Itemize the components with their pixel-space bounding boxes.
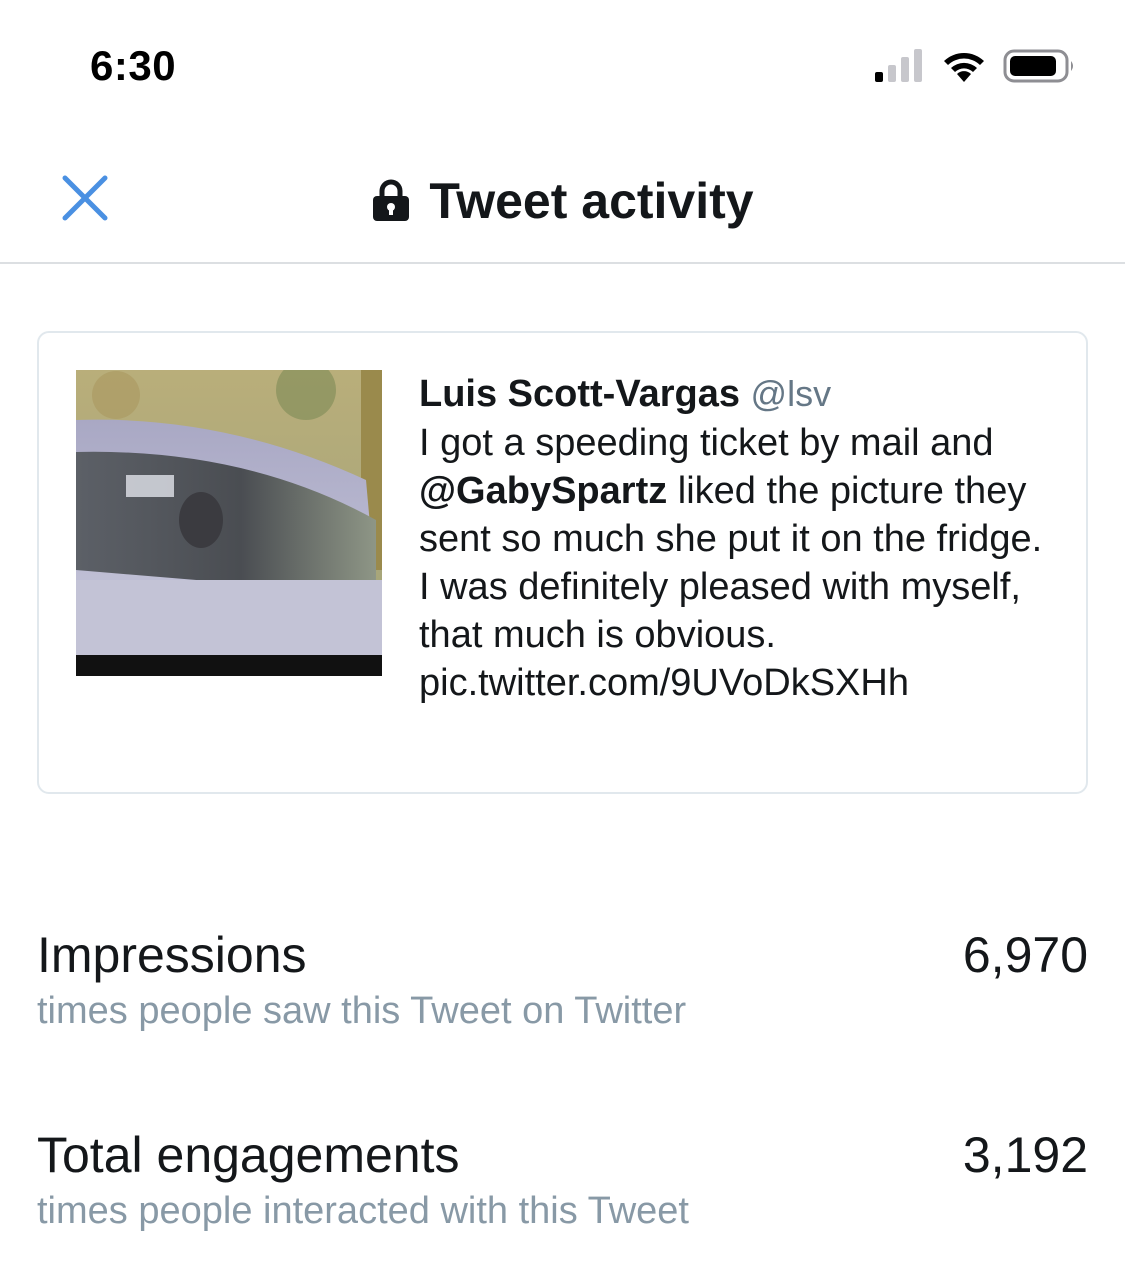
metric-impressions: Impressions times people saw this Tweet … [37,925,1088,1035]
metric-value: 3,192 [962,1127,1088,1183]
page-title: Tweet activity [429,173,754,229]
lock-icon [371,179,411,223]
wifi-icon [941,48,987,89]
status-icons [873,48,1077,88]
metric-description: times people interacted with this Tweet [37,1190,689,1232]
nav-title-group: Tweet activity [0,168,1125,234]
cellular-signal-icon [873,48,925,89]
metric-value: 6,970 [962,927,1088,983]
tweet-content: Luis Scott-Vargas @lsv I got a speeding … [419,371,1059,707]
metric-label: Impressions [37,927,307,983]
tweet-text: I got a speeding ticket by mail and @Gab… [419,419,1059,707]
nav-bar: Tweet activity [0,140,1125,264]
status-bar: 6:30 [0,0,1125,140]
metric-total-engagements: Total engagements times people interacte… [37,1125,1088,1235]
author-handle[interactable]: @lsv [751,373,832,414]
author-name[interactable]: Luis Scott-Vargas [419,373,740,415]
metric-description: times people saw this Tweet on Twitter [37,990,687,1032]
tweet-text-part-1: I got a speeding ticket by mail and [419,422,994,464]
tweet-photo[interactable] [76,370,382,676]
tweet-header: Luis Scott-Vargas @lsv [419,371,1059,417]
tweet-media-link[interactable]: pic.twitter.com/9UVoDkSXHh [419,662,909,704]
tweet-card[interactable]: Luis Scott-Vargas @lsv I got a speeding … [37,331,1088,794]
battery-icon [1003,48,1077,89]
status-time: 6:30 [90,42,177,89]
metric-label: Total engagements [37,1127,460,1183]
tweet-mention-link[interactable]: @GabySpartz [419,470,667,512]
